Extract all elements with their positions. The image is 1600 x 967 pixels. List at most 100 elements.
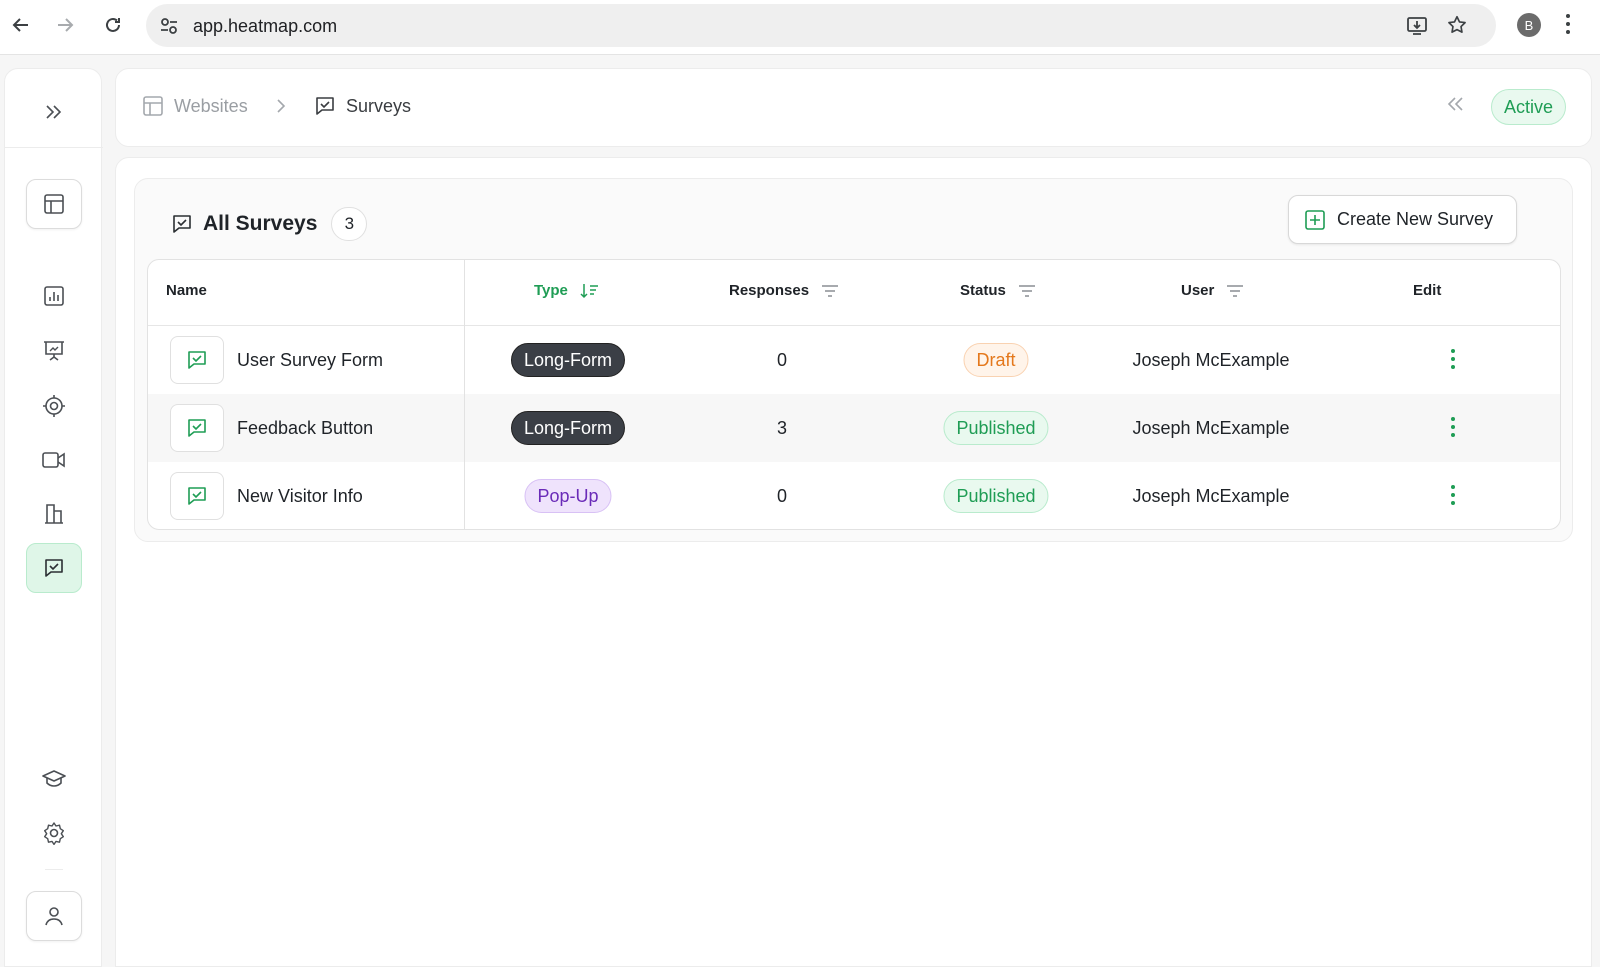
rail-item-learn[interactable] <box>26 754 82 804</box>
type-badge: Long-Form <box>510 343 626 377</box>
reload-icon <box>106 17 120 32</box>
breadcrumb-current-label: Surveys <box>346 95 412 116</box>
status-badge[interactable]: Active <box>1491 89 1567 125</box>
user-icon <box>45 907 63 926</box>
page-header: Websites Surveys Active <box>115 68 1592 147</box>
user-name: Joseph McExample <box>1132 486 1290 506</box>
rail-item-targets[interactable] <box>26 381 82 431</box>
column-header-responses[interactable]: Responses <box>729 282 839 299</box>
survey-icon <box>188 351 206 369</box>
survey-row-icon <box>170 404 224 452</box>
responses-count: 0 <box>776 486 788 506</box>
graduation-cap-icon <box>42 770 66 787</box>
row-menu-icon[interactable] <box>1450 484 1456 506</box>
column-label: Name <box>166 282 207 299</box>
breadcrumb-websites[interactable]: Websites <box>142 95 248 117</box>
column-label: User <box>1181 282 1215 299</box>
profile-avatar[interactable]: B <box>1517 13 1541 37</box>
create-new-survey-button[interactable]: Create New Survey <box>1288 195 1517 244</box>
column-divider <box>464 260 465 529</box>
survey-icon <box>45 559 63 577</box>
filter-icon[interactable] <box>1018 284 1036 298</box>
rail-item-websites[interactable] <box>26 179 82 229</box>
arrow-right-icon <box>58 18 74 32</box>
target-icon <box>43 395 65 417</box>
url-text[interactable]: app.heatmap.com <box>193 16 337 37</box>
responses-count: 3 <box>776 418 788 438</box>
layout-icon <box>44 194 64 214</box>
survey-name[interactable]: New Visitor Info <box>237 486 363 507</box>
breadcrumb-parent-label[interactable]: Websites <box>174 96 248 117</box>
surveys-table: Name Type Responses Status User Edit Use… <box>147 259 1561 530</box>
column-label: Type <box>534 282 568 299</box>
create-button-label: Create New Survey <box>1337 209 1494 229</box>
survey-icon <box>316 97 334 115</box>
buildings-icon <box>45 504 63 524</box>
column-header-status[interactable]: Status <box>960 282 1036 299</box>
row-menu-icon[interactable] <box>1450 416 1456 438</box>
rail-item-account[interactable] <box>26 891 82 941</box>
table-row[interactable]: New Visitor Info Pop-Up 0 Published Jose… <box>148 462 1560 529</box>
type-badge: Long-Form <box>510 411 626 445</box>
gear-icon <box>44 822 64 845</box>
rail-item-presentations[interactable] <box>26 326 82 376</box>
rail-item-reports[interactable] <box>26 271 82 321</box>
column-header-name[interactable]: Name <box>166 282 207 299</box>
surveys-panel: All Surveys 3 Create New Survey Name Typ… <box>134 178 1573 542</box>
address-bar[interactable]: app.heatmap.com <box>146 4 1496 47</box>
survey-icon <box>188 487 206 505</box>
status-badge: Draft <box>963 343 1029 377</box>
rail-item-recordings[interactable] <box>26 435 82 485</box>
row-menu-icon[interactable] <box>1450 348 1456 370</box>
status-badge: Published <box>943 411 1049 445</box>
bookmark-star-icon[interactable] <box>1446 14 1468 36</box>
layout-icon <box>143 96 163 116</box>
chevron-right-icon <box>277 99 286 113</box>
survey-row-icon <box>170 336 224 384</box>
back-button[interactable] <box>6 10 36 40</box>
survey-name[interactable]: Feedback Button <box>237 418 373 439</box>
video-icon <box>42 452 65 468</box>
site-settings-icon[interactable] <box>158 15 180 37</box>
column-header-user[interactable]: User <box>1181 282 1244 299</box>
responses-count: 0 <box>776 350 788 370</box>
survey-row-icon <box>170 472 224 520</box>
rail-item-surveys[interactable] <box>26 543 82 593</box>
filter-icon[interactable] <box>1226 284 1244 298</box>
survey-name[interactable]: User Survey Form <box>237 350 383 371</box>
column-label: Responses <box>729 282 810 299</box>
chevrons-right-icon <box>46 105 62 119</box>
rail-item-benchmarks[interactable] <box>26 489 82 539</box>
rail-item-settings[interactable] <box>26 808 82 858</box>
install-app-icon[interactable] <box>1406 15 1428 37</box>
panel-title: All Surveys <box>203 212 318 235</box>
survey-icon <box>188 419 206 437</box>
table-header: Name Type Responses Status User Edit <box>148 260 1560 326</box>
reload-button[interactable] <box>98 10 128 40</box>
main-content: All Surveys 3 Create New Survey Name Typ… <box>115 157 1592 967</box>
user-name: Joseph McExample <box>1132 418 1290 438</box>
column-header-edit: Edit <box>1413 282 1441 299</box>
column-label: Status <box>960 282 1006 299</box>
panel-header: All Surveys 3 <box>171 207 368 241</box>
expand-sidebar-button[interactable] <box>39 97 69 127</box>
browser-menu-icon[interactable] <box>1565 12 1571 36</box>
user-name: Joseph McExample <box>1132 350 1290 370</box>
rail-divider <box>45 869 63 870</box>
breadcrumb-surveys: Surveys <box>314 95 411 117</box>
arrow-left-icon <box>12 18 28 32</box>
table-row[interactable]: User Survey Form Long-Form 0 Draft Josep… <box>148 326 1560 394</box>
survey-count-badge: 3 <box>331 207 368 241</box>
column-label: Edit <box>1413 282 1442 299</box>
forward-button[interactable] <box>50 10 80 40</box>
survey-icon <box>173 215 191 233</box>
plus-square-icon <box>1305 209 1325 230</box>
table-row[interactable]: Feedback Button Long-Form 3 Published Jo… <box>148 394 1560 462</box>
browser-toolbar: app.heatmap.com B <box>0 0 1600 55</box>
presentation-icon <box>44 341 64 361</box>
sort-icon[interactable] <box>580 283 600 299</box>
chevrons-left-icon[interactable] <box>1446 95 1464 113</box>
column-header-type[interactable]: Type <box>534 282 600 299</box>
filter-icon[interactable] <box>821 284 839 298</box>
rail-divider <box>5 147 103 148</box>
